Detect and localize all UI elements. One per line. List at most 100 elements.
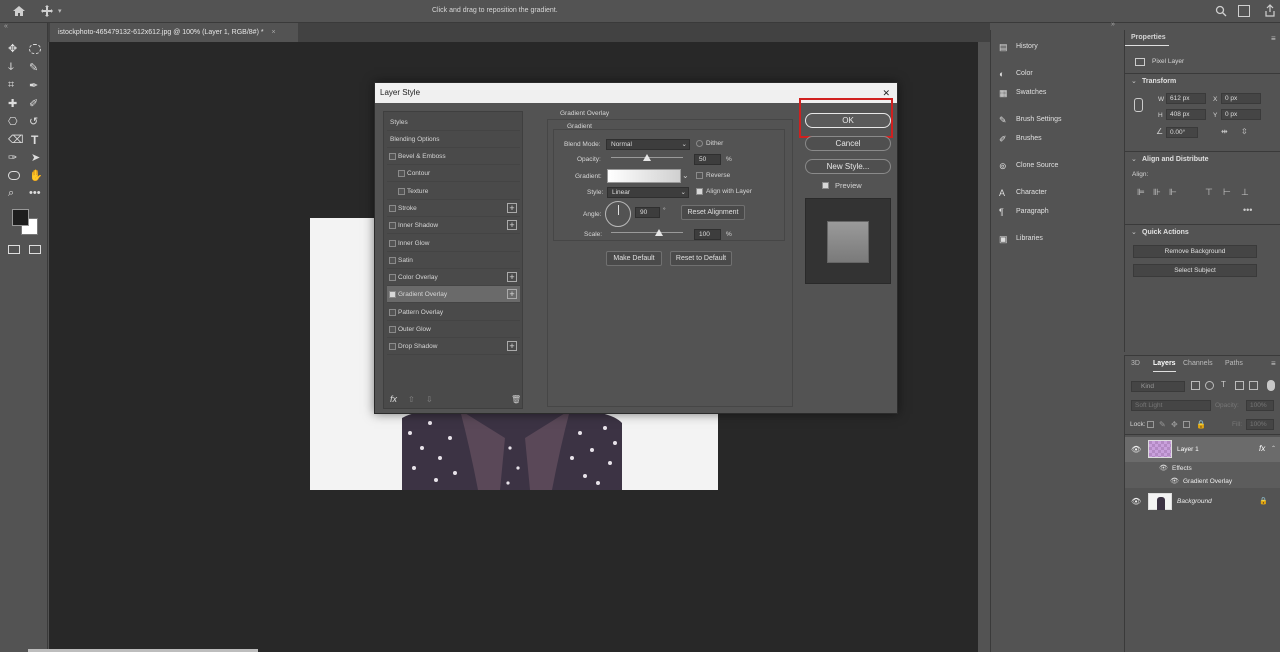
cancel-button[interactable]: Cancel <box>805 136 891 151</box>
foreground-color-swatch[interactable] <box>12 209 29 226</box>
blend-mode-select[interactable]: Normal ⌄ <box>606 139 690 150</box>
reverse-checkbox[interactable] <box>696 172 703 179</box>
style-item[interactable]: Gradient Overlay + <box>387 286 520 304</box>
filter-shape-icon[interactable] <box>1235 381 1244 390</box>
w-field[interactable]: 612 px <box>1166 93 1206 104</box>
trash-icon[interactable]: 🗑 <box>511 395 521 404</box>
collapse-icon[interactable]: » <box>1111 21 1115 28</box>
layer-opacity-field[interactable]: 100% <box>1246 400 1274 411</box>
eyedropper-tool-icon[interactable]: ✒ <box>29 79 38 92</box>
add-effect-icon[interactable]: + <box>507 341 517 352</box>
opacity-slider-thumb[interactable] <box>643 154 651 161</box>
tab-channels[interactable]: Channels <box>1183 357 1213 371</box>
scale-slider-track[interactable] <box>611 232 683 233</box>
align-right-icon[interactable]: ⊩ <box>1169 187 1177 198</box>
style-item[interactable]: Outer Glow <box>387 321 520 338</box>
add-effect-icon[interactable]: + <box>507 272 517 283</box>
style-item[interactable]: Satin <box>387 252 520 269</box>
filter-smart-icon[interactable] <box>1249 381 1258 390</box>
tab-paths[interactable]: Paths <box>1225 357 1243 371</box>
align-with-layer-checkbox[interactable] <box>696 188 703 195</box>
workspace-icon[interactable] <box>1238 5 1250 17</box>
layer-row-background[interactable]: 👁 Background 🔒 <box>1125 490 1280 514</box>
brush-tool-icon[interactable]: ✐ <box>29 97 38 110</box>
reset-alignment-button[interactable]: Reset Alignment <box>681 205 745 220</box>
style-checkbox[interactable] <box>389 326 396 333</box>
visibility-eye-icon[interactable]: 👁 <box>1131 445 1141 454</box>
share-icon[interactable] <box>1264 4 1276 17</box>
visibility-eye-icon[interactable]: 👁 <box>1170 477 1179 485</box>
angle-field[interactable]: 0.00° <box>1166 127 1198 138</box>
style-item[interactable]: Inner Shadow + <box>387 217 520 235</box>
close-icon[interactable]: × <box>272 29 276 36</box>
type-tool-icon[interactable]: T <box>31 133 38 147</box>
angle-dial[interactable] <box>605 201 631 227</box>
h-field[interactable]: 408 px <box>1166 109 1206 120</box>
style-item[interactable]: Bevel & Emboss <box>387 148 520 165</box>
style-item[interactable]: Color Overlay + <box>387 269 520 287</box>
filter-type-icon[interactable]: T <box>1221 380 1226 389</box>
angle-field[interactable]: 90 <box>635 207 660 218</box>
lock-pixels-icon[interactable]: ✎ <box>1159 420 1166 429</box>
select-subject-button[interactable]: Select Subject <box>1133 264 1257 277</box>
chevron-down-icon[interactable]: ⌄ <box>1131 77 1137 85</box>
filter-pixel-icon[interactable] <box>1191 381 1200 390</box>
ok-button[interactable]: OK <box>805 113 891 128</box>
chevron-down-icon[interactable]: ⌄ <box>1131 155 1137 163</box>
style-item[interactable]: Drop Shadow + <box>387 338 520 356</box>
scale-slider-thumb[interactable] <box>655 229 664 236</box>
opacity-field[interactable]: 50 <box>694 154 721 165</box>
style-checkbox[interactable] <box>389 308 396 316</box>
align-bottom-icon[interactable]: ⊥ <box>1241 187 1249 198</box>
tab-layers[interactable]: Layers <box>1153 357 1176 372</box>
style-checkbox[interactable] <box>398 170 405 178</box>
style-checkbox[interactable] <box>389 343 396 351</box>
filter-toggle[interactable] <box>1267 380 1275 391</box>
move-icon[interactable] <box>40 5 54 17</box>
style-select[interactable]: Linear ⌄ <box>607 187 689 198</box>
home-icon[interactable] <box>12 5 26 17</box>
visibility-eye-icon[interactable]: 👁 <box>1159 464 1168 472</box>
effects-row[interactable]: 👁 Effects <box>1125 462 1280 475</box>
blending-options-item[interactable]: Blending Options <box>387 131 520 148</box>
style-item[interactable]: Texture <box>387 183 520 200</box>
style-checkbox[interactable] <box>389 256 396 264</box>
style-checkbox[interactable] <box>389 222 396 230</box>
chevron-down-icon[interactable]: ⌃ <box>1271 445 1276 452</box>
style-checkbox[interactable] <box>398 187 405 195</box>
new-style-button[interactable]: New Style... <box>805 159 891 174</box>
style-checkbox[interactable] <box>389 239 396 247</box>
dither-checkbox[interactable] <box>696 140 703 147</box>
add-effect-icon[interactable]: + <box>507 220 517 231</box>
more-tools-icon[interactable]: ••• <box>29 187 41 199</box>
flip-vertical-icon[interactable]: ⇳ <box>1241 127 1248 136</box>
add-effect-icon[interactable]: + <box>507 202 517 213</box>
pen-tool-icon[interactable]: ✑ <box>8 151 17 164</box>
scale-field[interactable]: 100 <box>694 229 721 240</box>
preview-checkbox[interactable] <box>822 182 829 189</box>
filter-adjust-icon[interactable] <box>1205 381 1214 390</box>
style-item[interactable]: Pattern Overlay <box>387 304 520 321</box>
layer-row-layer1[interactable]: 👁 Layer 1 fx ⌃ <box>1125 437 1280 462</box>
move-down-icon[interactable]: ⇩ <box>426 395 433 404</box>
fx-icon[interactable]: fx <box>1259 444 1265 453</box>
link-icon[interactable] <box>1134 98 1143 112</box>
gradient-overlay-row[interactable]: 👁 Gradient Overlay <box>1125 475 1280 488</box>
add-effect-icon[interactable]: + <box>507 289 517 300</box>
history-brush-tool-icon[interactable]: ↺ <box>29 115 38 128</box>
lock-position-icon[interactable]: ✥ <box>1171 420 1178 429</box>
align-middle-icon[interactable]: ⊢ <box>1223 187 1231 198</box>
fx-icon[interactable]: fx <box>390 394 397 404</box>
visibility-eye-icon[interactable]: 👁 <box>1131 497 1141 506</box>
search-icon[interactable] <box>1215 5 1227 17</box>
panel-menu-icon[interactable]: ≡ <box>1271 34 1276 43</box>
quick-select-tool-icon[interactable]: ✎ <box>29 61 38 74</box>
blend-mode-select[interactable]: Soft Light <box>1131 400 1211 411</box>
style-checkbox[interactable] <box>389 274 396 282</box>
align-center-icon[interactable]: ⊪ <box>1153 187 1161 198</box>
move-up-icon[interactable]: ⇧ <box>408 395 415 404</box>
healing-tool-icon[interactable]: ✚ <box>8 97 17 110</box>
hand-tool-icon[interactable]: ✋ <box>29 169 43 182</box>
style-item[interactable]: Inner Glow <box>387 235 520 252</box>
y-field[interactable]: 0 px <box>1221 109 1261 120</box>
